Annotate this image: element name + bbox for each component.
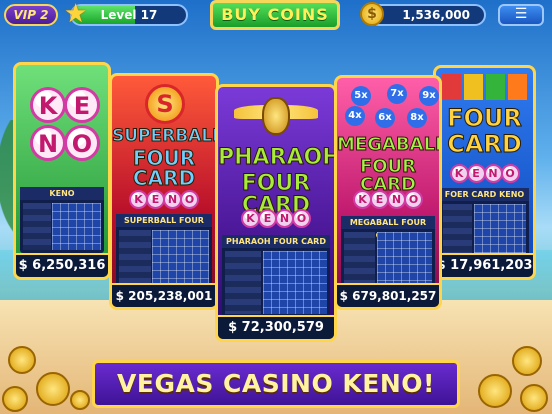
game-card-four-card[interactable]: FOUR CARD KENO FOER CARD KENO $ 17,961,2… — [433, 65, 536, 280]
gold-coin — [478, 374, 512, 408]
jackpot-amount: $ 6,250,316 — [16, 253, 108, 277]
buy-coins-button[interactable]: BUY COINS — [210, 0, 340, 30]
gold-coin — [520, 384, 548, 412]
scarab-emblem — [234, 95, 318, 139]
list-icon: ☰ — [514, 6, 528, 22]
keno-ball-row: KENO — [218, 207, 334, 228]
multiplier-ball: 9x — [419, 86, 439, 106]
level-progress-bar[interactable]: Level 17 — [70, 4, 188, 26]
game-title-line1: SUPERBALL — [112, 126, 219, 146]
number-grid — [263, 251, 327, 314]
jackpot-amount: $ 679,801,257 — [337, 283, 439, 307]
keno-ball: E — [466, 164, 486, 183]
game-card-keno[interactable]: K E N O KENO $ 6,250,316 — [13, 62, 111, 280]
number-grid — [152, 230, 209, 283]
paytable — [443, 204, 473, 255]
gold-coin — [512, 346, 542, 376]
multiplier-ball: 8x — [407, 108, 427, 128]
number-grid — [51, 203, 101, 250]
mini-title: KENO — [20, 187, 104, 200]
keno-ball-row: KENO — [337, 188, 439, 209]
game-card-pharaoh[interactable]: PHARAOH FOUR CARD KENO PHARAOH FOUR CARD… — [215, 84, 337, 342]
jackpot-amount: $ 17,961,203 — [436, 253, 533, 277]
gold-coin — [2, 386, 28, 412]
multiplier-ball: 4x — [345, 106, 365, 126]
jackpot-amount: $ 205,238,001 — [112, 283, 216, 307]
keno-ball-o: O — [64, 125, 100, 161]
level-label: Level 17 — [100, 8, 158, 22]
keno-ball-row: KENO — [112, 188, 216, 209]
game-title-line1: MEGABALL — [337, 134, 442, 155]
superball-badge: S — [145, 84, 185, 124]
keno-ball: O — [180, 190, 199, 209]
gold-coin — [36, 372, 70, 406]
mini-board: PHARAOH FOUR CARD — [222, 235, 330, 317]
keno-ball-n: N — [30, 125, 66, 161]
top-bar: VIP 2 Level 17 ★ BUY COINS 1,536,000 $ ☰ — [0, 0, 552, 30]
game-title-line2: CARD — [447, 130, 523, 158]
coin-icon: $ — [360, 2, 384, 26]
number-grid — [473, 204, 526, 255]
multiplier-ball: 5x — [351, 86, 371, 106]
mini-board: SUPERBALL FOUR CARD — [116, 214, 212, 286]
mini-title: MEGABALL FOUR CARD — [341, 216, 435, 240]
gold-coin — [8, 346, 36, 374]
keno-ball: O — [500, 164, 520, 183]
multiplier-balls: 5x 7x 9x 4x 6x 8x — [345, 84, 439, 130]
mini-title: FOER CARD KENO — [440, 188, 529, 201]
color-flags — [442, 74, 527, 100]
title-banner: VEGAS CASINO KENO! — [92, 360, 460, 408]
mini-title: SUPERBALL FOUR CARD — [116, 214, 212, 238]
star-icon: ★ — [64, 0, 88, 29]
paytable — [225, 251, 261, 314]
multiplier-ball: 6x — [375, 108, 395, 128]
number-grid — [376, 232, 432, 283]
multiplier-ball: 7x — [387, 84, 407, 104]
mini-board: FOER CARD KENO — [440, 188, 529, 258]
gold-coin — [70, 390, 90, 410]
keno-ball-e: E — [64, 87, 100, 123]
game-title-line1: FOUR — [447, 104, 523, 132]
keno-ball: O — [404, 190, 423, 209]
paytable — [119, 230, 151, 283]
menu-button[interactable]: ☰ — [498, 4, 544, 26]
game-card-superball[interactable]: S SUPERBALL FOUR CARD KENO SUPERBALL FOU… — [109, 73, 219, 310]
coin-balance: 1,536,000 — [368, 4, 486, 26]
game-title-line1: PHARAOH — [218, 145, 337, 170]
jackpot-amount: $ 72,300,579 — [218, 315, 334, 339]
keno-ball: O — [292, 209, 311, 228]
keno-ball-k: K — [30, 87, 66, 123]
vip-badge[interactable]: VIP 2 — [4, 4, 58, 26]
keno-ball: K — [449, 164, 469, 183]
keno-ball: N — [483, 164, 503, 183]
game-title-line2: FOUR CARD — [132, 146, 196, 190]
keno-ball-row: KENO — [436, 162, 533, 183]
mini-board: MEGABALL FOUR CARD — [341, 216, 435, 286]
game-card-megaball[interactable]: 5x 7x 9x 4x 6x 8x MEGABALL FOUR CARD KEN… — [334, 75, 442, 310]
paytable — [344, 232, 376, 283]
mini-board: KENO — [20, 187, 104, 253]
paytable — [23, 203, 51, 250]
mini-title: PHARAOH FOUR CARD — [222, 235, 330, 248]
